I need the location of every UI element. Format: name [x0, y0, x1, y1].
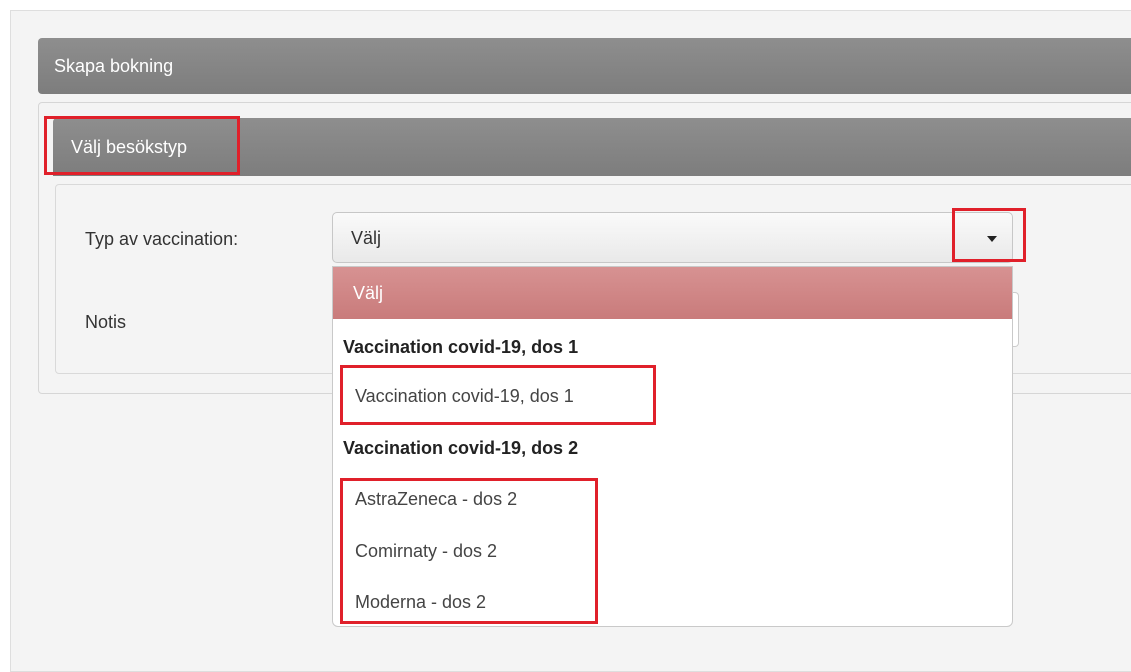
dropdown-group-label-dos1: Vaccination covid-19, dos 1 — [343, 337, 579, 357]
dropdown-option-selected[interactable]: Välj — [333, 267, 1012, 319]
section-title-highlight — [44, 116, 240, 175]
vaccination-type-select[interactable]: Välj — [332, 212, 1013, 263]
panel-header: Skapa bokning — [38, 38, 1131, 94]
vaccination-type-label: Typ av vaccination: — [85, 229, 239, 249]
dropdown-option-selected-label: Välj — [353, 283, 384, 303]
vaccination-type-value: Välj — [351, 228, 382, 248]
dropdown-toggle-highlight — [952, 208, 1026, 262]
notis-label: Notis — [85, 312, 127, 332]
dropdown-group-label-dos2: Vaccination covid-19, dos 2 — [343, 438, 579, 458]
panel-title: Skapa bokning — [54, 56, 174, 76]
dos2-options-highlight — [340, 478, 598, 624]
dos1-option-highlight — [340, 365, 656, 425]
